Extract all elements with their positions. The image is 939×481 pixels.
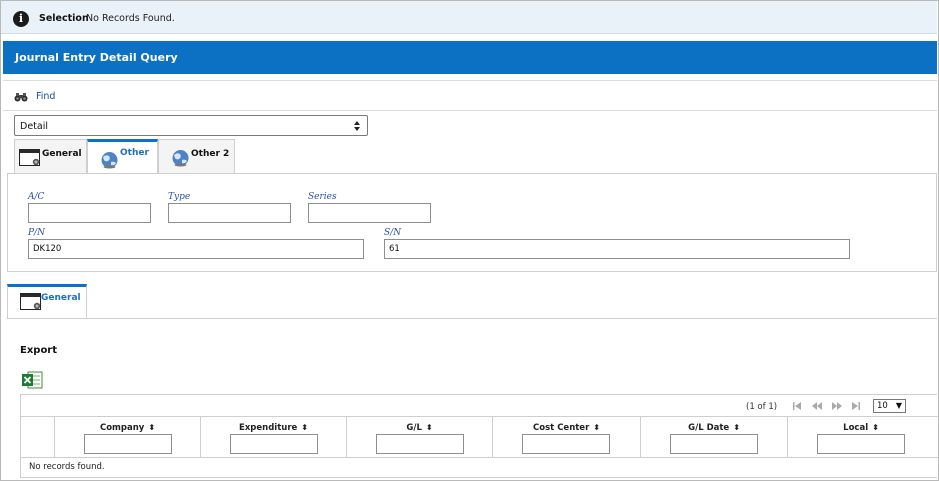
window-icon [20, 293, 41, 310]
tab-general[interactable]: General [14, 139, 87, 173]
pn-input[interactable]: DK120 [28, 239, 364, 259]
grid-empty-message: No records found. [29, 462, 105, 472]
sn-input[interactable]: 61 [384, 239, 850, 259]
tab-divider [7, 318, 937, 319]
column-expenditure[interactable]: Expenditure ⬍ [200, 417, 346, 458]
next-page-icon[interactable] [831, 401, 843, 411]
first-page-icon[interactable] [791, 401, 803, 411]
globe-icon [172, 150, 189, 167]
results-grid: (1 of 1) 10 ▼ Company ⬍ Expenditure ⬍ G/L ⬍ [20, 394, 938, 478]
column-company-label: Company [99, 423, 145, 433]
column-gl-date[interactable]: G/L Date ⬍ [640, 417, 787, 458]
message-bar: i Selection No Records Found. [1, 1, 937, 34]
series-label: Series [308, 192, 337, 202]
cost-center-filter-input[interactable] [522, 434, 610, 454]
column-expenditure-label: Expenditure [239, 423, 298, 433]
sort-icon[interactable]: ⬍ [301, 423, 308, 432]
export-title: Export [20, 345, 58, 356]
company-filter-input[interactable] [84, 434, 172, 454]
column-gl[interactable]: G/L ⬍ [346, 417, 492, 458]
tab-general-label: General [42, 149, 82, 159]
view-select[interactable]: Detail [14, 115, 368, 136]
ac-input[interactable] [28, 203, 151, 223]
sort-icon[interactable]: ⬍ [148, 423, 155, 432]
select-arrows-icon [354, 121, 360, 131]
message-text: No Records Found. [86, 13, 175, 24]
page-title-bar: Journal Entry Detail Query [3, 41, 937, 74]
grid-pager: (1 of 1) 10 ▼ [21, 395, 938, 417]
find-button[interactable]: Find [36, 91, 55, 102]
expenditure-filter-input[interactable] [230, 434, 318, 454]
grid-header-row: Company ⬍ Expenditure ⬍ G/L ⬍ Cost Center ⬍ … [21, 417, 938, 458]
pn-label: P/N [28, 228, 45, 238]
rows-per-page-value: 10 [877, 401, 888, 411]
last-page-icon[interactable] [850, 401, 862, 411]
page-title: Journal Entry Detail Query [15, 51, 178, 64]
type-label: Type [168, 192, 191, 202]
globe-icon [101, 152, 118, 169]
window-icon [19, 149, 40, 166]
column-gl-date-label: G/L Date [688, 423, 730, 433]
rows-per-page-select[interactable]: 10 ▼ [873, 399, 906, 413]
excel-icon[interactable] [21, 370, 43, 390]
sort-icon[interactable]: ⬍ [426, 423, 433, 432]
ac-label: A/C [28, 192, 45, 202]
series-input[interactable] [308, 203, 431, 223]
tab-other-2[interactable]: Other 2 [158, 139, 235, 173]
column-gl-label: G/L [406, 423, 422, 433]
column-local-label: Local [843, 423, 869, 433]
column-cost-center-label: Cost Center [533, 423, 590, 433]
chevron-down-icon: ▼ [895, 401, 902, 410]
prev-page-icon[interactable] [811, 401, 823, 411]
gl-date-filter-input[interactable] [670, 434, 758, 454]
tab-general-lower[interactable]: General [7, 284, 87, 318]
info-icon: i [13, 11, 29, 27]
tab-other-2-label: Other 2 [191, 149, 230, 159]
sort-icon[interactable]: ⬍ [872, 423, 879, 432]
sn-label: S/N [384, 228, 402, 238]
sort-icon[interactable]: ⬍ [733, 423, 740, 432]
pager-count: (1 of 1) [746, 402, 778, 412]
local-filter-input[interactable] [817, 434, 905, 454]
binoculars-icon[interactable] [14, 92, 28, 102]
message-label: Selection [39, 13, 89, 24]
column-company[interactable]: Company ⬍ [54, 417, 200, 458]
sort-icon[interactable]: ⬍ [593, 423, 600, 432]
tab-general-lower-label: General [41, 293, 81, 303]
gl-filter-input[interactable] [376, 434, 464, 454]
tab-other[interactable]: Other [87, 139, 158, 173]
toolbar: Find [3, 80, 937, 111]
tab-other-label: Other [120, 148, 149, 158]
column-local[interactable]: Local ⬍ [787, 417, 934, 458]
column-cost-center[interactable]: Cost Center ⬍ [492, 417, 640, 458]
view-select-value: Detail [20, 121, 48, 132]
type-input[interactable] [168, 203, 291, 223]
